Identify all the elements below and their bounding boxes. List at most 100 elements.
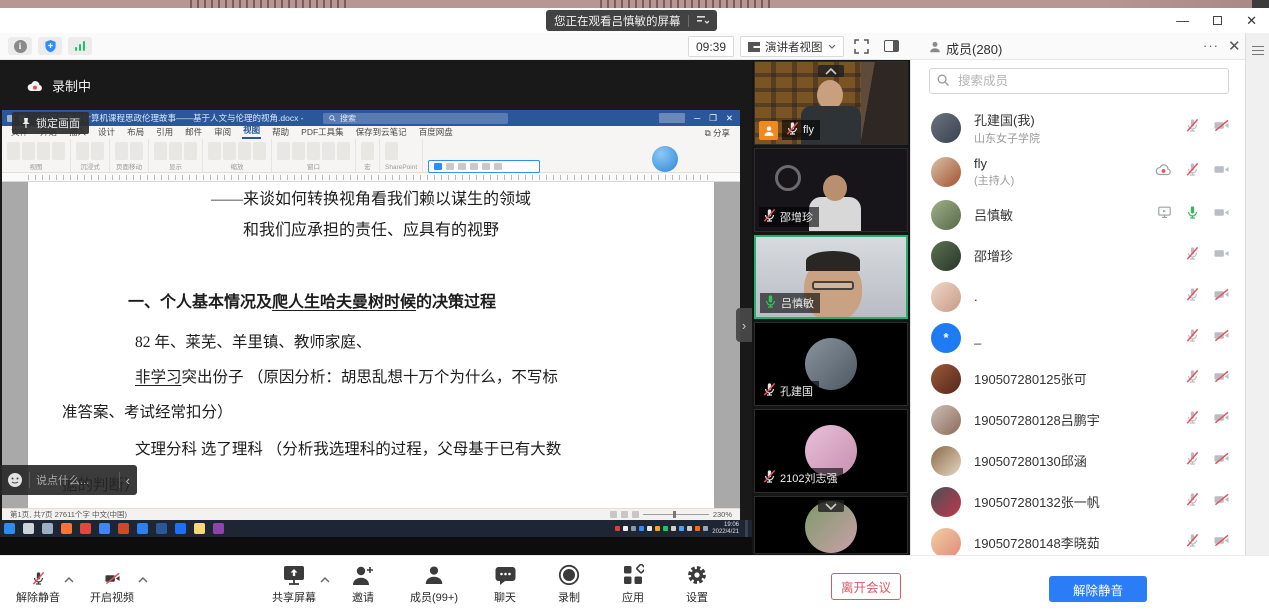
chat-collapse-icon[interactable]: ‹: [126, 473, 130, 488]
mic-muted-icon[interactable]: [1185, 410, 1200, 430]
meeting-info-icon[interactable]: i: [8, 37, 32, 55]
mic-muted-icon[interactable]: [1185, 451, 1200, 471]
member-row[interactable]: fly(主持人): [911, 150, 1246, 194]
member-row[interactable]: 190507280130邱涵: [911, 440, 1246, 481]
word-tab-引用[interactable]: 引用: [155, 126, 174, 139]
toggle-panel-icon[interactable]: [884, 40, 899, 52]
camera-off-icon[interactable]: [1213, 205, 1230, 225]
ribbon-button[interactable]: [238, 142, 251, 160]
camera-muted-icon[interactable]: [1213, 533, 1230, 553]
ribbon-button[interactable]: [337, 142, 350, 160]
ribbon-button[interactable]: [130, 142, 143, 160]
ribbon-button[interactable]: [169, 142, 182, 160]
show-desktop-button[interactable]: [745, 520, 748, 537]
mic-muted-icon[interactable]: [1185, 287, 1200, 307]
member-row[interactable]: .: [911, 276, 1246, 317]
ime-toolbar[interactable]: [428, 160, 540, 173]
taskbar-icon-firefox[interactable]: [61, 523, 72, 534]
member-row[interactable]: 190507280125张可: [911, 358, 1246, 399]
ribbon-button[interactable]: [292, 142, 305, 160]
shared-screen[interactable]: 录制中 锁定画面 数智科学与计算机课程思政伦理故事——基于人文与伦理的视角.do…: [0, 60, 752, 555]
toolbar-button-members[interactable]: 成员(99+): [410, 562, 458, 605]
toolbar-button-cam-off[interactable]: 开启视频: [90, 562, 134, 605]
chevron-up-icon[interactable]: [138, 570, 148, 588]
ribbon-button[interactable]: [37, 142, 50, 160]
chat-input-placeholder[interactable]: 说点什么...: [36, 472, 113, 488]
video-thumbnail-2102刘志强[interactable]: 2102刘志强: [754, 409, 908, 493]
strip-scroll-down-icon[interactable]: [818, 500, 844, 512]
chevron-up-icon[interactable]: [64, 570, 74, 588]
ribbon-button[interactable]: [208, 142, 221, 160]
ribbon-button[interactable]: [223, 142, 236, 160]
video-thumbnail-邵增珍[interactable]: 邵增珍: [754, 148, 908, 232]
ribbon-button[interactable]: [115, 142, 128, 160]
taskbar-icon-search[interactable]: [23, 523, 34, 534]
view-mode-icon[interactable]: [621, 511, 628, 518]
lock-screen-tooltip[interactable]: 锁定画面: [12, 112, 89, 134]
member-row[interactable]: 190507280132张一帆: [911, 481, 1246, 522]
view-mode-icon[interactable]: [632, 511, 639, 518]
word-share-button[interactable]: ⧉ 分享: [705, 127, 740, 139]
taskbar-icon-chrome[interactable]: [80, 523, 91, 534]
view-mode-icon[interactable]: [610, 511, 617, 518]
toolbar-button-apps[interactable]: 应用: [616, 562, 650, 605]
mic-muted-icon[interactable]: [1185, 369, 1200, 389]
word-tab-视图[interactable]: 视图: [242, 124, 261, 139]
video-thumbnail-孔建国[interactable]: 孔建国: [754, 322, 908, 406]
windows-taskbar[interactable]: 19:062022/4/21: [0, 520, 752, 537]
camera-muted-icon[interactable]: [1213, 287, 1230, 307]
member-row[interactable]: *_: [911, 317, 1246, 358]
mic-muted-icon[interactable]: [1185, 162, 1200, 182]
taskbar-icon-folder[interactable]: [194, 523, 205, 534]
taskbar-icon-app-blue[interactable]: [137, 523, 148, 534]
mic-muted-icon[interactable]: [1185, 118, 1200, 138]
ribbon-button[interactable]: [253, 142, 266, 160]
taskbar-icon-powerpoint[interactable]: [118, 523, 129, 534]
maximize-button[interactable]: [1213, 16, 1222, 25]
taskbar-icon-start[interactable]: [4, 523, 15, 534]
taskbar-icon-word[interactable]: [156, 523, 167, 534]
fullscreen-icon[interactable]: [854, 39, 869, 54]
word-search-box[interactable]: 搜索: [323, 113, 508, 124]
watching-banner[interactable]: 您正在观看吕慎敏的屏幕: [546, 10, 717, 31]
floating-assistant-ball[interactable]: [652, 146, 678, 172]
ribbon-button[interactable]: [184, 142, 197, 160]
video-thumbnail-fly[interactable]: fly: [754, 61, 908, 145]
word-account-button[interactable]: [659, 113, 685, 123]
taskbar-icon-task-view[interactable]: [42, 523, 53, 534]
word-minimize-button[interactable]: ─: [694, 113, 700, 123]
word-tab-审阅[interactable]: 审阅: [213, 126, 232, 139]
strip-collapse-handle[interactable]: ›: [736, 308, 752, 342]
layout-switch-icon[interactable]: [696, 14, 709, 28]
camera-off-icon[interactable]: [1213, 246, 1230, 266]
zoom-slider[interactable]: [643, 514, 709, 515]
ribbon-button[interactable]: [22, 142, 35, 160]
panel-close-button[interactable]: ✕: [1228, 37, 1241, 55]
member-row[interactable]: 190507280128吕鹏宇: [911, 399, 1246, 440]
strip-collapse-up-icon[interactable]: [818, 65, 844, 77]
ribbon-button[interactable]: [307, 142, 320, 160]
member-row[interactable]: 吕慎敏: [911, 194, 1246, 235]
word-restore-button[interactable]: ❐: [709, 113, 717, 124]
word-tab-布局[interactable]: 布局: [126, 126, 145, 139]
video-thumbnail-吕慎敏[interactable]: 吕慎敏: [754, 235, 908, 319]
taskbar-icon-winrar[interactable]: [213, 523, 224, 534]
ribbon-button[interactable]: [361, 142, 374, 160]
taskbar-icon-tencent-meeting[interactable]: [175, 523, 186, 534]
camera-off-icon[interactable]: [1213, 162, 1230, 182]
ribbon-button[interactable]: [91, 142, 104, 160]
word-tab-PDF工具集[interactable]: PDF工具集: [300, 126, 345, 139]
ribbon-button[interactable]: [52, 142, 65, 160]
minimize-button[interactable]: —: [1176, 14, 1189, 27]
camera-muted-icon[interactable]: [1213, 328, 1230, 348]
camera-muted-icon[interactable]: [1213, 492, 1230, 512]
member-row[interactable]: 孔建国(我)山东女子学院: [911, 106, 1246, 150]
panel-more-button[interactable]: ···: [1203, 38, 1219, 53]
system-tray[interactable]: [615, 526, 708, 531]
close-button[interactable]: ✕: [1246, 14, 1257, 27]
security-shield-icon[interactable]: [38, 37, 62, 55]
toolbar-button-chat[interactable]: 聊天: [488, 562, 522, 605]
chevron-up-icon[interactable]: [320, 570, 330, 588]
mic-muted-icon[interactable]: [1185, 328, 1200, 348]
panel-unmute-all-button[interactable]: 解除静音: [1049, 576, 1147, 602]
